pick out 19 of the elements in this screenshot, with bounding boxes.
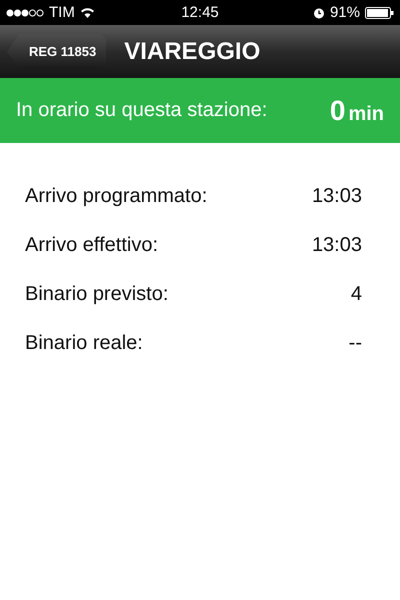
wifi-icon [80,7,95,18]
detail-value: 13:03 [312,234,362,257]
delay-unit: min [348,102,384,126]
detail-label: Binario previsto: [25,283,168,306]
battery-icon [365,6,394,18]
signal-icon [6,8,44,16]
detail-value: 13:03 [312,185,362,208]
detail-value: 4 [350,283,362,306]
detail-label: Binario reale: [25,332,143,355]
status-time: 12:45 [181,4,219,21]
alarm-clock-icon [312,6,325,18]
detail-value: -- [348,332,362,355]
battery-percentage: 91% [330,4,360,21]
delay-value: 0 [330,94,346,126]
banner-label: In orario su questa stazione: [16,99,268,122]
carrier-name: TIM [49,4,75,21]
detail-label: Arrivo effettivo: [25,234,158,257]
detail-label: Arrivo programmato: [25,185,208,208]
station-title: VIAREGGIO [124,38,260,66]
